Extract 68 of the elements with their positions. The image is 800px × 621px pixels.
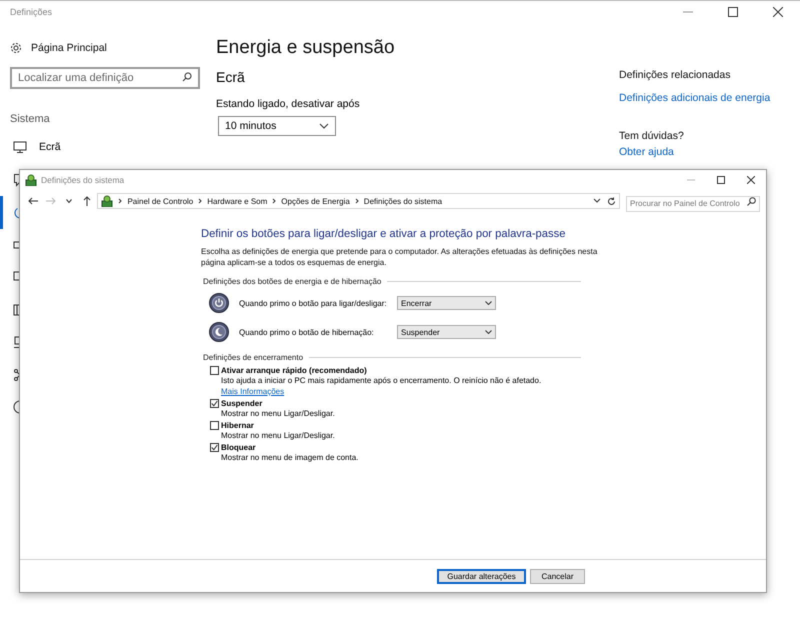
checkmark-icon: [211, 444, 218, 451]
home-link[interactable]: Página Principal: [31, 42, 107, 54]
address-bar[interactable]: Painel de Controlo Hardware e Som Opções de Energia Definições do sistema: [97, 193, 620, 209]
maximize-icon: [717, 176, 725, 184]
chevron-down-icon: [66, 199, 72, 203]
search-icon: [747, 196, 756, 206]
arrow-right-icon: [46, 197, 56, 205]
checkbox[interactable]: [210, 399, 219, 408]
option-description: Mostrar no menu Ligar/Desligar.: [221, 430, 336, 441]
arrow-up-icon: [82, 196, 90, 206]
action-dropdown[interactable]: Encerrar: [397, 296, 496, 310]
save-button[interactable]: Guardar alterações: [437, 568, 526, 584]
arrow-left-icon: [28, 197, 38, 205]
checkbox[interactable]: [210, 443, 219, 452]
related-heading: Definições relacionadas: [619, 69, 732, 81]
checkbox-label[interactable]: Ativar arranque rápido (recomendado): [221, 366, 367, 375]
breadcrumb-item[interactable]: Painel de Controlo: [127, 196, 194, 206]
setting-label: Quando primo o botão de hibernação:: [239, 328, 375, 336]
power-settings-link[interactable]: Definições adicionais de energia: [619, 92, 770, 104]
description-text: Escolha as definições de energia que pretende para o computador. As alterações efetuadas às definições nesta página aplicam-se a todos os esquemas de energia.: [201, 246, 598, 268]
chevron-down-icon: [485, 330, 492, 334]
dialog-heading: Definir os botões para ligar/desligar e ativar a proteção por palavra-passe: [201, 228, 566, 240]
field-label: Estando ligado, desativar após: [216, 98, 361, 110]
breadcrumb-item[interactable]: Opções de Energia: [281, 196, 350, 206]
timeout-dropdown[interactable]: 10 minutos: [218, 116, 336, 136]
chevron-right-icon: [270, 197, 278, 205]
chevron-right-icon: [352, 197, 361, 205]
action-dropdown[interactable]: Suspender: [397, 325, 496, 339]
setting-label: Quando primo o botão para ligar/desligar:: [239, 298, 388, 308]
search-field[interactable]: Localizar uma definição: [10, 67, 200, 89]
option-description: Mostrar no menu Ligar/Desligar.: [221, 408, 336, 419]
chevron-right-icon: [116, 197, 124, 205]
close-icon: [747, 176, 755, 184]
chevron-right-icon: [196, 197, 204, 205]
sidebar-item[interactable]: Ecrã: [39, 141, 61, 154]
checkmark-icon: [211, 400, 218, 407]
moon-button-icon: [209, 322, 229, 342]
gear-icon[interactable]: [10, 42, 22, 54]
checkbox-label[interactable]: Suspender: [221, 399, 262, 408]
more-info-link[interactable]: Mais Informações: [221, 387, 284, 396]
group-heading: Definições dos botões de energia e de hibernação: [202, 277, 382, 286]
chevron-down-icon[interactable]: [593, 198, 602, 204]
dialog-title: Definições do sistema: [41, 175, 124, 185]
search-icon: [182, 72, 192, 82]
refresh-icon[interactable]: [607, 196, 616, 206]
power-button-icon: [209, 293, 229, 313]
window-title: Definições: [9, 7, 52, 17]
search-field[interactable]: Procurar no Painel de Controlo: [626, 196, 760, 212]
option-description: Isto ajuda a iniciar o PC mais rapidamente após o encerramento. O reinício não é afetado. Mais Informações: [221, 375, 542, 397]
monitor-icon[interactable]: [13, 140, 27, 154]
chevron-down-icon: [485, 301, 492, 305]
breadcrumb-item[interactable]: Hardware e Som: [207, 196, 268, 206]
help-link[interactable]: Obter ajuda: [619, 146, 770, 158]
option-description: Mostrar no menu de imagem de conta.: [221, 452, 360, 463]
checkbox-label[interactable]: Bloquear: [221, 443, 256, 452]
section-heading: Sistema: [10, 113, 51, 125]
breadcrumb-item[interactable]: Definições do sistema: [364, 196, 442, 206]
section-heading: Ecrã: [216, 69, 246, 85]
page-title: Energia e suspensão: [216, 37, 396, 59]
close-icon: [772, 7, 782, 17]
checkbox-label[interactable]: Hibernar: [221, 421, 254, 430]
cancel-button[interactable]: Cancelar: [530, 568, 585, 584]
help-heading: Tem dúvidas?: [619, 130, 685, 142]
checkbox[interactable]: [210, 366, 219, 375]
group-heading: Definições de encerramento: [202, 353, 304, 362]
chevron-down-icon: [319, 123, 329, 129]
maximize-icon: [728, 7, 738, 17]
checkbox[interactable]: [210, 421, 219, 430]
